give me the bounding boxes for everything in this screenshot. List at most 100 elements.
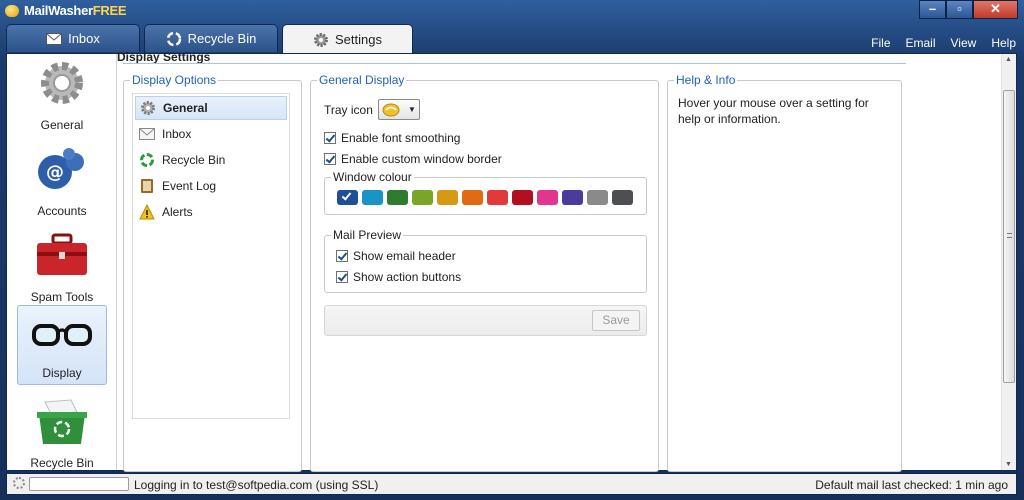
envelope-icon — [46, 32, 63, 45]
tab-inbox[interactable]: Inbox — [6, 24, 140, 52]
scroll-up-arrow-icon[interactable]: ▲ — [1005, 56, 1012, 63]
nav-display-label: Display — [42, 366, 82, 380]
custom-border-label: Enable custom window border — [341, 152, 502, 166]
list-item-inbox[interactable]: Inbox — [135, 122, 287, 146]
show-action-buttons-label: Show action buttons — [353, 270, 462, 284]
display-options-title: Display Options — [130, 73, 219, 87]
tab-settings[interactable]: Settings — [282, 24, 413, 54]
colour-swatch[interactable] — [437, 190, 458, 205]
show-email-header-checkbox[interactable] — [336, 250, 348, 262]
menu-email[interactable]: Email — [906, 36, 936, 50]
nav-recycle-bin[interactable]: Recycle Bin — [17, 394, 107, 474]
window-colour-title: Window colour — [331, 170, 414, 184]
general-display-title: General Display — [317, 73, 407, 87]
gear-icon — [41, 62, 83, 104]
nav-general[interactable]: General — [17, 56, 107, 136]
gear-icon — [314, 32, 328, 47]
window-colour-group: Window colour — [324, 170, 647, 215]
nav-accounts[interactable]: @ Accounts — [17, 142, 107, 222]
colour-swatch[interactable] — [362, 190, 383, 205]
help-info-title: Help & Info — [674, 73, 738, 87]
recycle-icon — [166, 31, 181, 46]
list-item-event-log-label: Event Log — [162, 179, 217, 193]
recycle-bin-icon — [37, 399, 87, 444]
list-item-inbox-label: Inbox — [162, 127, 192, 141]
menu-view[interactable]: View — [951, 36, 977, 50]
svg-text:@: @ — [46, 162, 64, 183]
spinner-icon — [13, 477, 25, 489]
save-button[interactable]: Save — [592, 310, 640, 331]
colour-swatch[interactable] — [562, 190, 583, 205]
warning-icon — [139, 204, 155, 220]
list-item-alerts[interactable]: Alerts — [135, 200, 287, 224]
tab-inbox-label: Inbox — [68, 31, 100, 46]
nav-display[interactable]: Display — [17, 305, 107, 385]
envelope-icon — [139, 128, 155, 140]
colour-swatch[interactable] — [462, 190, 483, 205]
close-button[interactable]: ✕ — [973, 0, 1018, 19]
at-sign-icon: @ — [38, 148, 84, 189]
help-info-text: Hover your mouse over a setting for help… — [678, 96, 869, 126]
display-options-list: General Inbox Recycle Bin Event Log Aler… — [132, 93, 290, 419]
minimize-button[interactable]: – — [919, 0, 946, 19]
colour-swatch[interactable] — [537, 190, 558, 205]
window-controls: – ▫ ✕ — [919, 0, 1018, 19]
colour-swatch[interactable] — [612, 190, 633, 205]
recycle-icon — [140, 153, 154, 167]
list-item-recycle-bin-label: Recycle Bin — [162, 153, 226, 167]
mailwasher-logo-icon — [5, 5, 19, 17]
glasses-icon — [32, 324, 92, 346]
colour-swatch[interactable] — [587, 190, 608, 205]
vertical-scrollbar[interactable]: ▲ ▼ — [1001, 54, 1016, 470]
scrollbar-grip-icon — [1007, 233, 1012, 238]
tab-recycle-bin[interactable]: Recycle Bin — [144, 24, 278, 52]
progress-bar — [29, 477, 129, 491]
list-item-general[interactable]: General — [135, 96, 287, 120]
status-message: Logging in to test@softpedia.com (using … — [134, 478, 379, 492]
nav-spam-tools[interactable]: Spam Tools — [17, 228, 107, 308]
gear-icon — [141, 101, 155, 115]
checkmark-icon — [341, 190, 352, 201]
help-info-group: Help & Info Hover your mouse over a sett… — [667, 73, 902, 472]
list-item-event-log[interactable]: Event Log — [135, 174, 287, 198]
show-action-buttons-checkbox[interactable] — [336, 271, 348, 283]
maximize-button[interactable]: ▫ — [946, 0, 973, 19]
general-display-group: General Display Tray icon ▼ Enable font … — [310, 73, 659, 472]
window-colour-swatches — [337, 190, 633, 205]
list-item-recycle-bin[interactable]: Recycle Bin — [135, 148, 287, 172]
status-bar: Logging in to test@softpedia.com (using … — [6, 473, 1017, 495]
menu-file[interactable]: File — [871, 36, 890, 50]
colour-swatch-selected[interactable] — [337, 190, 358, 205]
settings-category-nav: General @ Accounts Spam Tools Display Re… — [7, 54, 117, 470]
custom-border-row: Enable custom window border — [324, 152, 502, 166]
nav-general-label: General — [40, 118, 84, 132]
colour-swatch[interactable] — [412, 190, 433, 205]
scrollbar-thumb[interactable] — [1003, 90, 1015, 383]
settings-content: General @ Accounts Spam Tools Display Re… — [6, 50, 1017, 472]
font-smoothing-row: Enable font smoothing — [324, 131, 460, 145]
colour-swatch[interactable] — [387, 190, 408, 205]
scroll-down-arrow-icon[interactable]: ▼ — [1005, 461, 1012, 468]
mail-preview-group: Mail Preview Show email header Show acti… — [324, 228, 647, 293]
show-email-header-label: Show email header — [353, 249, 456, 263]
menu-help[interactable]: Help — [991, 36, 1016, 50]
custom-border-checkbox[interactable] — [324, 153, 336, 165]
title-bar: MailWasherFREE – ▫ ✕ — [0, 0, 1024, 22]
tab-settings-label: Settings — [335, 32, 382, 47]
list-item-alerts-label: Alerts — [162, 205, 193, 219]
tray-icon-row: Tray icon ▼ — [324, 99, 420, 120]
list-item-general-label: General — [163, 101, 208, 115]
menu-bar: File Email View Help — [871, 36, 1016, 50]
app-title: MailWasherFREE — [24, 3, 127, 18]
tray-icon-dropdown[interactable]: ▼ — [377, 99, 420, 120]
font-smoothing-checkbox[interactable] — [324, 132, 336, 144]
book-icon — [141, 179, 153, 193]
header-divider — [123, 63, 906, 64]
colour-swatch[interactable] — [487, 190, 508, 205]
tray-icon-label: Tray icon — [324, 102, 373, 117]
display-options-group: Display Options General Inbox Recycle Bi… — [123, 73, 302, 472]
colour-swatch[interactable] — [512, 190, 533, 205]
toolbox-icon — [37, 233, 87, 275]
chevron-down-icon: ▼ — [407, 105, 416, 114]
mailwasher-logo-icon — [382, 103, 400, 116]
